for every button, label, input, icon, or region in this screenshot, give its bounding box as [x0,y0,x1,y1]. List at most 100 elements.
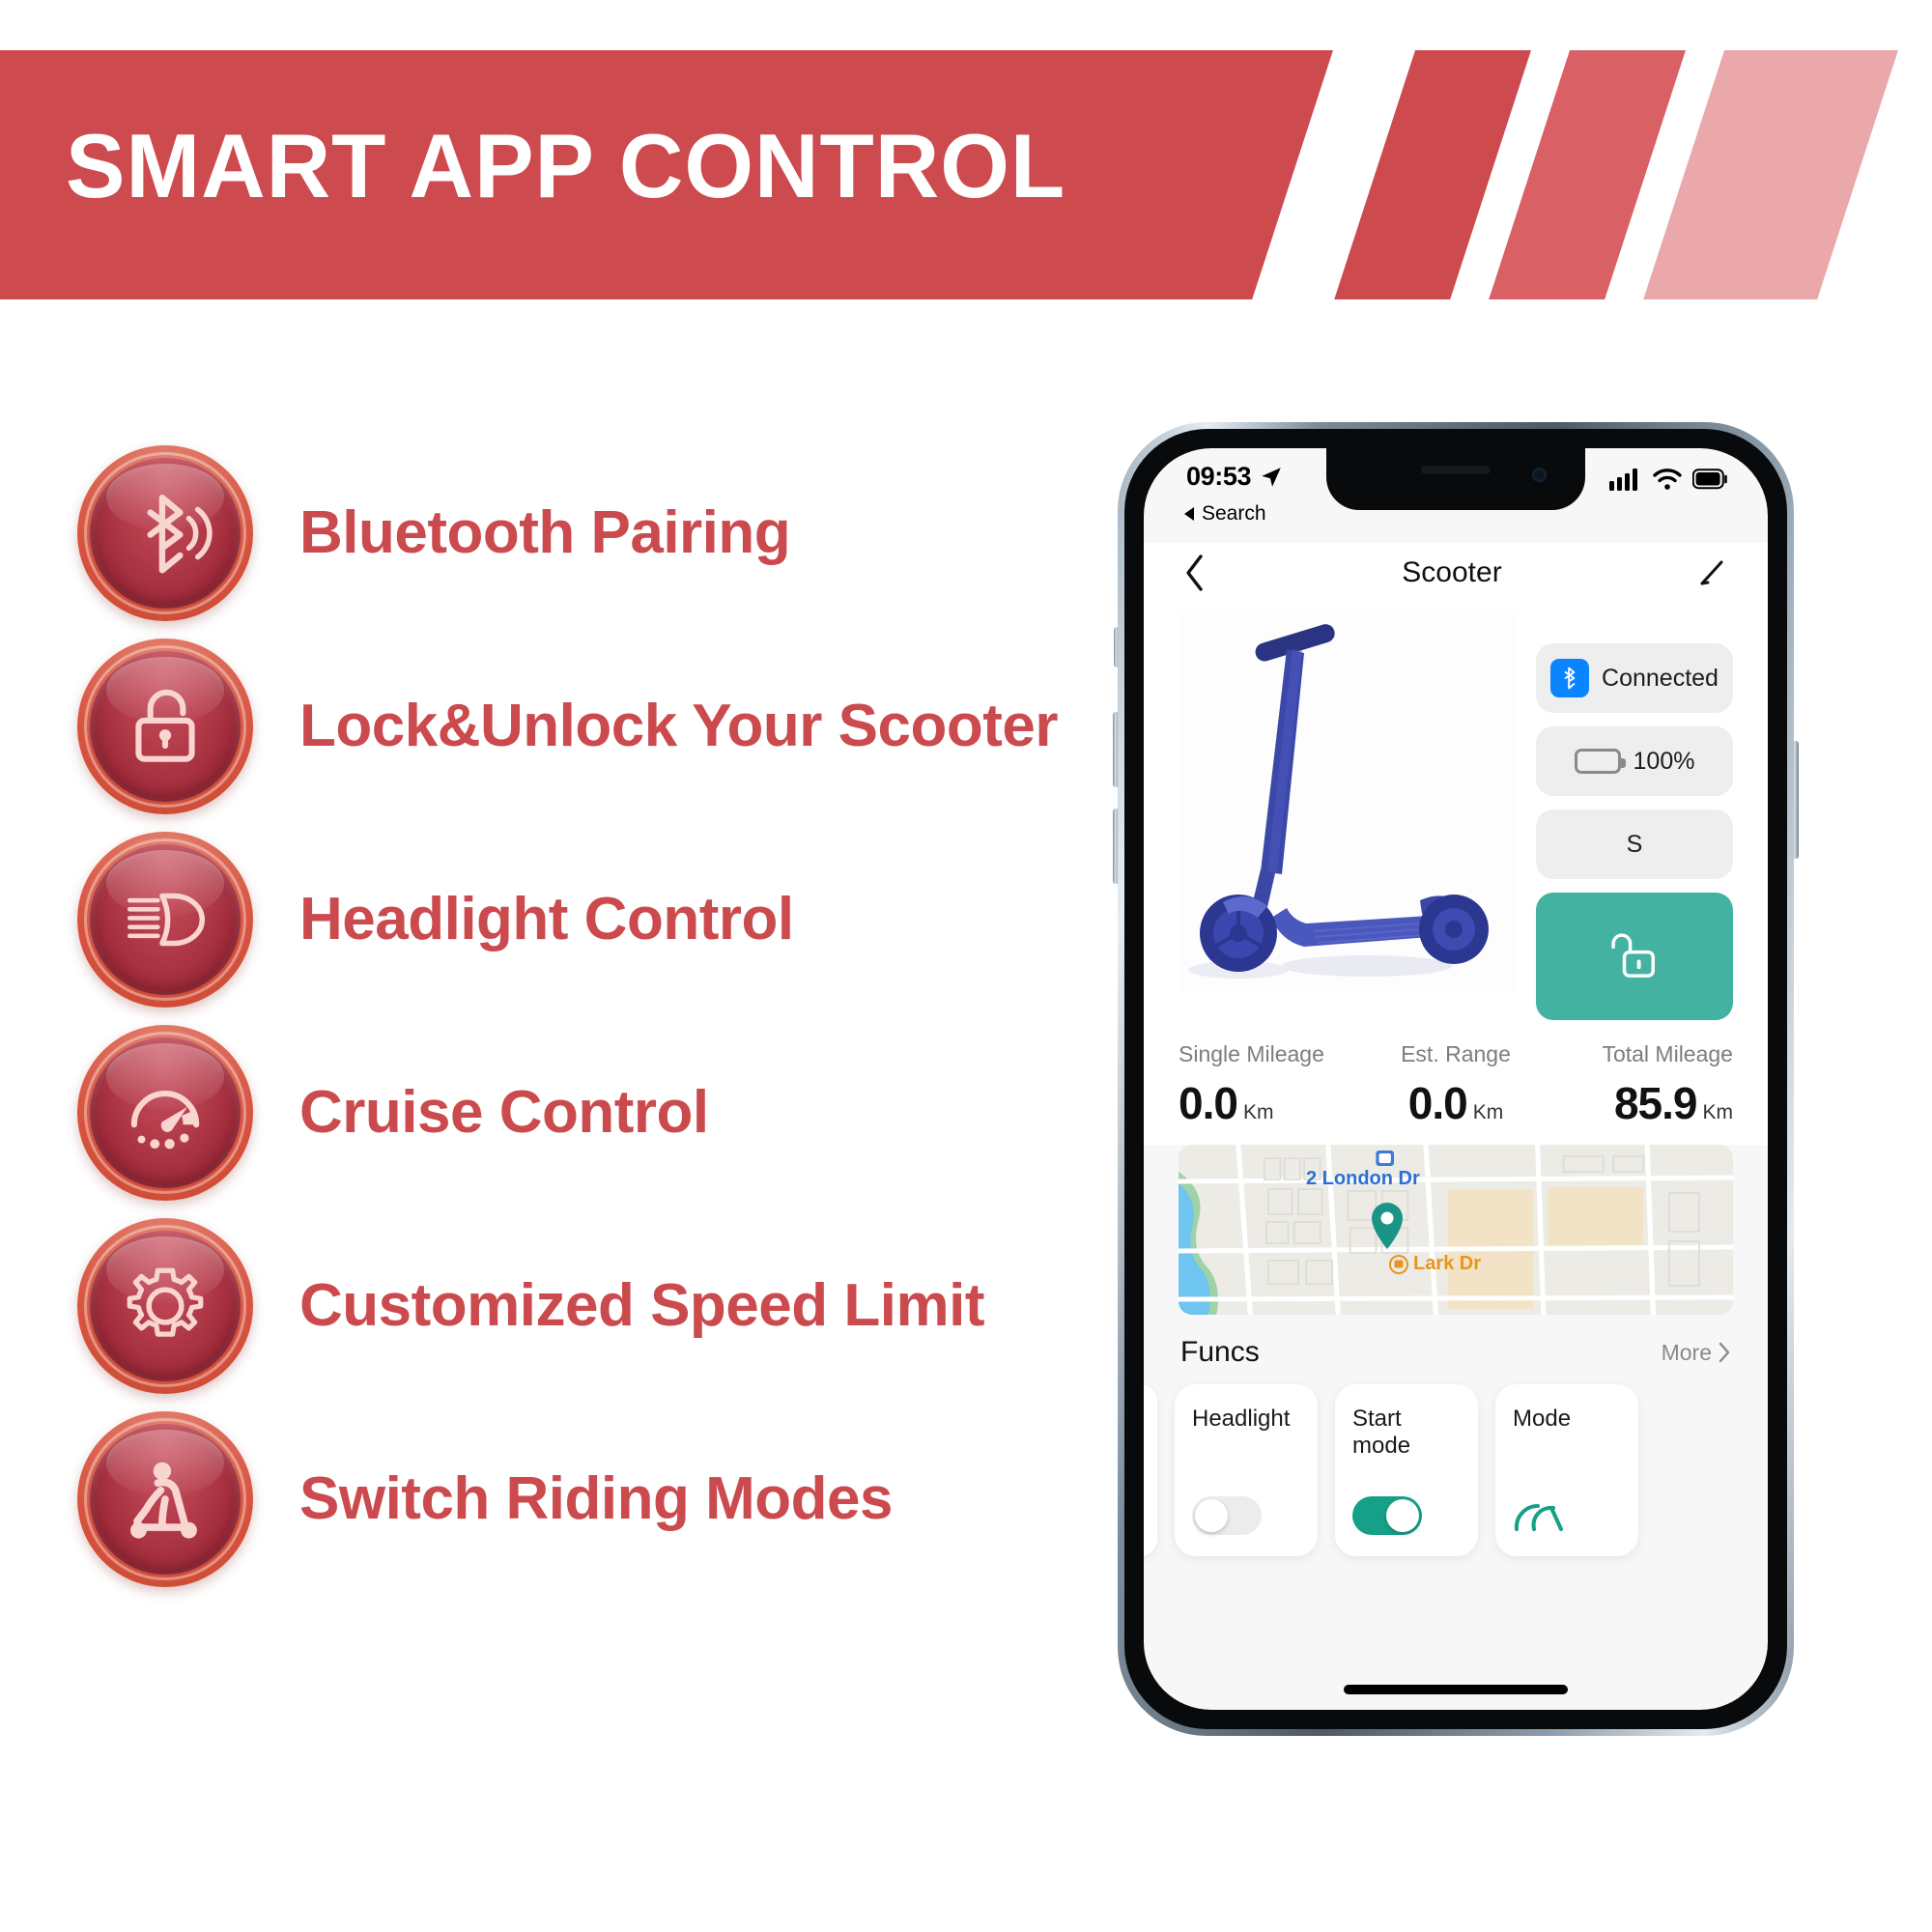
stat-value-group: 0.0 Km [1179,1077,1363,1129]
feature-label: Switch Riding Modes [299,1464,893,1532]
funcs-card-strip[interactable]: Headlight Start mode Mode [1144,1380,1768,1556]
map-street-label-text: Lark Dr [1413,1253,1482,1274]
unlock-padlock-icon [135,689,195,762]
stat-unit: Km [1472,1101,1504,1123]
stat-label: Single Mileage [1179,1041,1324,1066]
map-street-label-text: 2 London Dr [1306,1168,1420,1189]
unlock-padlock-icon [1611,933,1655,978]
feature-label: Bluetooth Pairing [299,498,791,566]
funcs-more-link[interactable]: More [1662,1340,1731,1366]
feature-item-customized-speed-limit: Customized Speed Limit [77,1209,1063,1403]
hero-section: Connected 100% S [1144,603,1768,1020]
map-street-label-london: 2 London Dr [1306,1168,1420,1190]
feature-label: Lock&Unlock Your Scooter [299,692,1058,759]
blue-electric-scooter-illustration [1188,624,1489,979]
location-map[interactable]: 2 London Dr Lark Dr [1179,1145,1733,1315]
scooter-rider-icon [130,1462,197,1539]
feature-item-headlight-control: Headlight Control [77,823,1063,1016]
feature-label: Cruise Control [299,1078,709,1146]
funcs-header: Funcs More [1144,1315,1768,1380]
headlight-toggle[interactable] [1192,1496,1262,1535]
feature-list: Bluetooth Pairing Lock&Unlock Your Scoot… [77,437,1063,1596]
speedometer-icon-badge [77,1025,253,1201]
funcs-title: Funcs [1180,1336,1260,1368]
speedometer-icon [1514,1503,1563,1531]
stat-total-mileage: Total Mileage 85.9 Km [1548,1041,1733,1129]
scooter-rider-icon-badge [77,1411,253,1587]
battery-icon [1692,469,1727,490]
banner-stripe-3-faded [1643,50,1898,299]
mode-chip[interactable]: S [1536,810,1733,879]
app-nav-bar: Scooter [1144,543,1768,603]
func-card-label: Start mode [1352,1406,1411,1459]
back-to-search-label: Search [1202,502,1266,525]
battery-full-icon [1574,749,1626,774]
speedometer-icon [130,1091,200,1150]
phone-bezel: 09:53 Search Scooter Connected 100% S Si… [1124,429,1787,1729]
funcs-more-label: More [1661,1339,1712,1365]
bluetooth-status-chip[interactable]: Connected [1536,643,1733,713]
home-indicator [1344,1685,1568,1694]
status-bar: 09:53 [1144,448,1768,510]
feature-label: Headlight Control [299,885,794,952]
battery-percent-label: 100% [1633,747,1695,775]
scooter-product-image [1179,611,1515,993]
headlight-beam-icon [127,893,205,947]
bluetooth-icon [1550,659,1590,697]
stat-single-mileage: Single Mileage 0.0 Km [1179,1041,1363,1129]
unlock-padlock-icon-badge [77,639,253,814]
func-card-label: Mode [1513,1406,1572,1432]
stat-value: 0.0 [1179,1078,1238,1128]
func-card-partial[interactable] [1144,1384,1157,1556]
stat-unit: Km [1242,1101,1274,1123]
gear-icon-badge [77,1218,253,1394]
nav-title: Scooter [1402,556,1502,588]
stats-row: Single Mileage 0.0 Km Est. Range 0.0 Km To… [1144,1020,1768,1145]
phone-frame: 09:53 Search Scooter Connected 100% S Si… [1118,422,1794,1736]
triangle-left-icon [1184,507,1194,521]
pencil-icon[interactable] [1696,556,1729,589]
func-card-mode[interactable]: Mode [1495,1384,1638,1556]
back-to-search-link[interactable]: Search [1182,502,1266,526]
phone-mockup: 09:53 Search Scooter Connected 100% S Si… [1113,422,1799,1736]
feature-label: Customized Speed Limit [299,1271,984,1339]
feature-item-bluetooth-pairing: Bluetooth Pairing [77,437,1063,630]
map-background [1179,1145,1733,1315]
unlock-button[interactable] [1536,893,1733,1020]
bluetooth-status-label: Connected [1602,664,1719,692]
stat-est-range: Est. Range 0.0 Km [1363,1041,1548,1129]
gear-icon [127,1267,204,1337]
stat-label: Est. Range [1401,1041,1511,1066]
cellular-bars-icon [1609,469,1637,491]
status-time: 09:53 [1186,462,1252,491]
stat-value: 85.9 [1613,1078,1698,1128]
header-banner: SMART APP CONTROL [0,0,1932,309]
start-mode-toggle[interactable] [1352,1496,1422,1535]
headlight-beam-icon-badge [77,832,253,1008]
feature-item-switch-riding-modes: Switch Riding Modes [77,1403,1063,1596]
stat-unit: Km [1702,1101,1733,1123]
stat-value-group: 0.0 Km [1363,1077,1548,1129]
scooter-control-panel: Connected 100% S [1536,611,1733,1020]
wifi-icon [1653,469,1682,490]
page-title: SMART APP CONTROL [66,115,1066,216]
chevron-right-icon [1719,1342,1730,1363]
status-bar-right [1609,462,1729,491]
bluetooth-icon-badge [77,445,253,621]
feature-item-cruise-control: Cruise Control [77,1016,1063,1209]
chevron-left-icon[interactable] [1182,553,1208,593]
func-card-headlight[interactable]: Headlight [1175,1384,1318,1556]
map-street-label-lark: Lark Dr [1389,1253,1481,1275]
battery-status-chip[interactable]: 100% [1536,726,1733,796]
stat-label: Total Mileage [1602,1041,1733,1066]
mode-chip-label: S [1626,830,1643,858]
status-bar-left: 09:53 [1186,462,1284,492]
stat-value-group: 85.9 Km [1548,1077,1733,1129]
location-arrow-icon [1262,467,1281,487]
stat-value: 0.0 [1407,1078,1468,1128]
feature-item-lock-unlock: Lock&Unlock Your Scooter [77,630,1063,823]
bus-stop-icon [1389,1254,1408,1274]
func-card-label: Headlight [1192,1406,1291,1432]
phone-screen: 09:53 Search Scooter Connected 100% S Si… [1144,448,1768,1710]
func-card-start-mode[interactable]: Start mode [1335,1384,1478,1556]
